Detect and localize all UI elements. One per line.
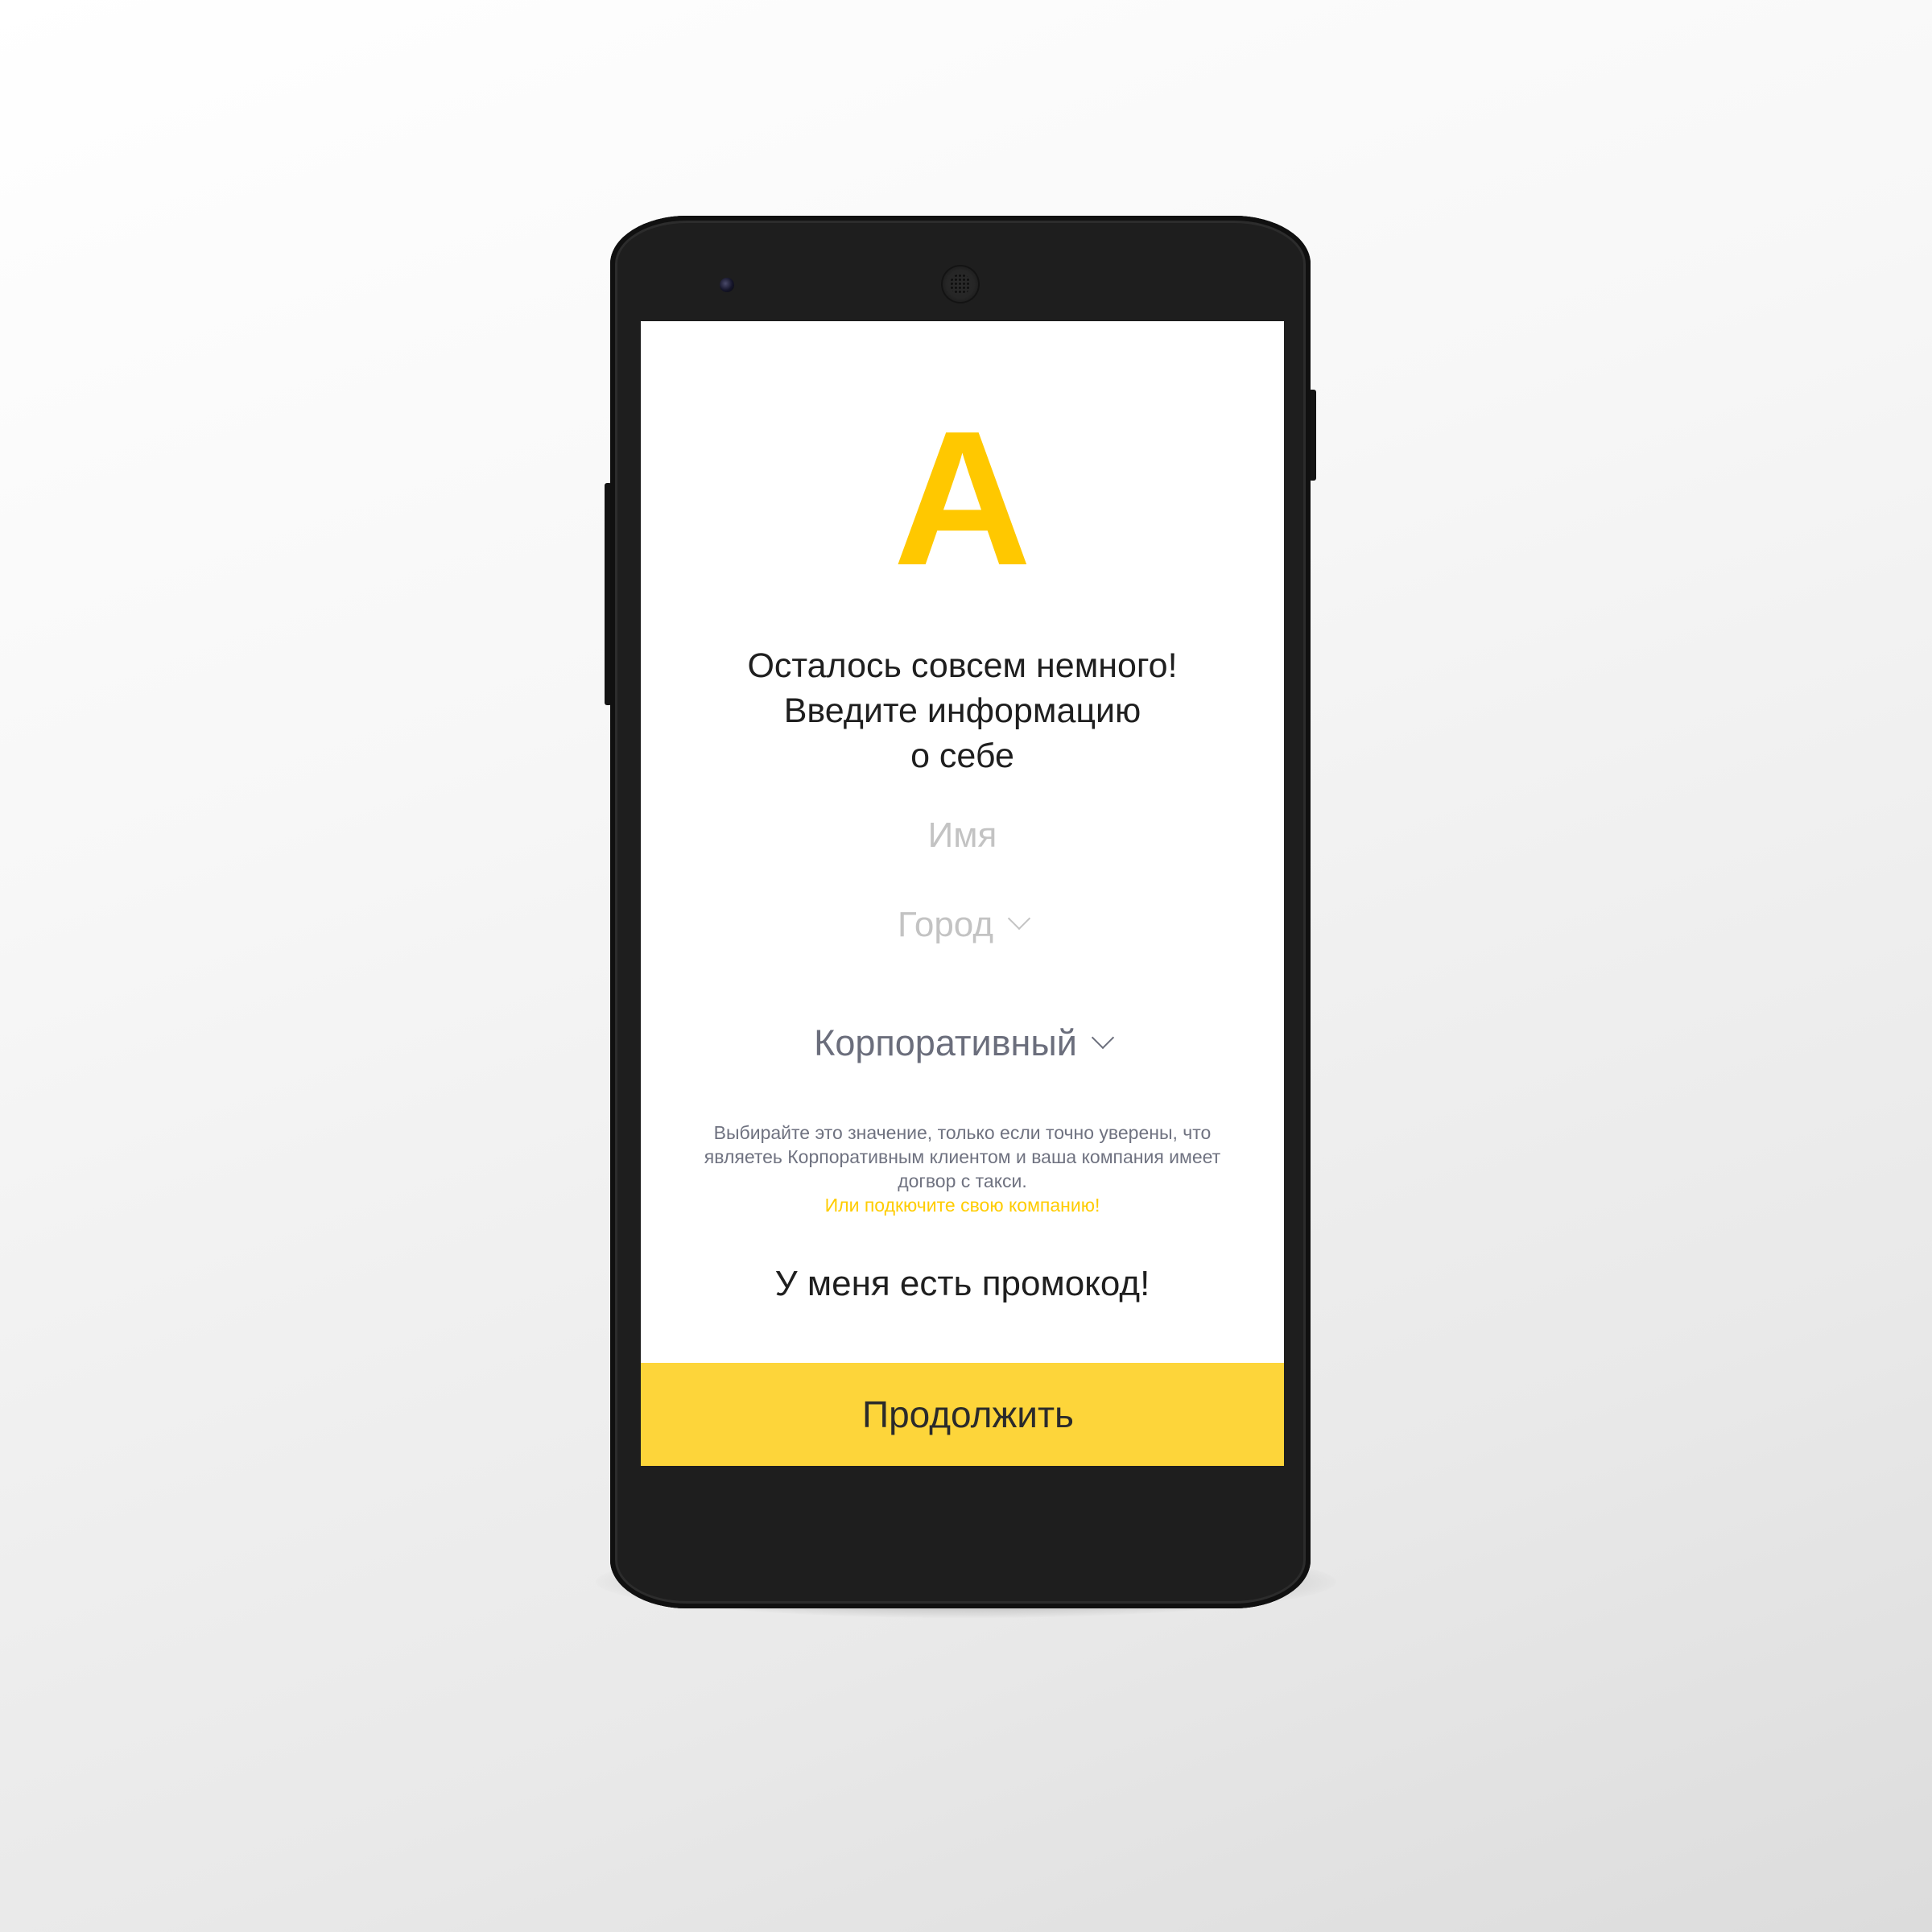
title-line: о себе (910, 737, 1014, 775)
continue-button[interactable]: Продолжить (641, 1363, 1284, 1466)
hint-line: догвор с такси. (898, 1170, 1027, 1191)
earpiece-speaker (943, 266, 978, 302)
title-line: Введите информацию (783, 691, 1141, 730)
continue-button-label: Продолжить (862, 1393, 1074, 1435)
title-line: Осталось совсем немного! (747, 646, 1178, 685)
name-field-placeholder: Имя (927, 815, 997, 855)
client-type-select[interactable]: Корпоративный (641, 1022, 1284, 1064)
front-camera (720, 278, 734, 292)
chevron-down-icon (1091, 1026, 1115, 1050)
city-select-placeholder: Город (897, 905, 993, 944)
hint-line: Выбирайте это значение, только если точн… (713, 1122, 1212, 1143)
client-type-value: Корпоративный (814, 1022, 1077, 1063)
name-field[interactable]: Имя (641, 815, 1284, 856)
app-screen: A Осталось совсем немного! Введите инфор… (641, 321, 1284, 1466)
connect-company-link[interactable]: Или подкючите свою компанию! (665, 1193, 1260, 1217)
hint-line: являетеь Корпоративным клиентом и ваша к… (704, 1146, 1221, 1167)
promo-code-link[interactable]: У меня есть промокод! (641, 1264, 1284, 1304)
city-select[interactable]: Город (641, 905, 1284, 945)
page-title: Осталось совсем немного! Введите информа… (641, 643, 1284, 778)
client-type-hint: Выбирайте это значение, только если точн… (665, 1121, 1260, 1217)
app-logo: A (893, 392, 1032, 605)
chevron-down-icon (1007, 906, 1031, 931)
